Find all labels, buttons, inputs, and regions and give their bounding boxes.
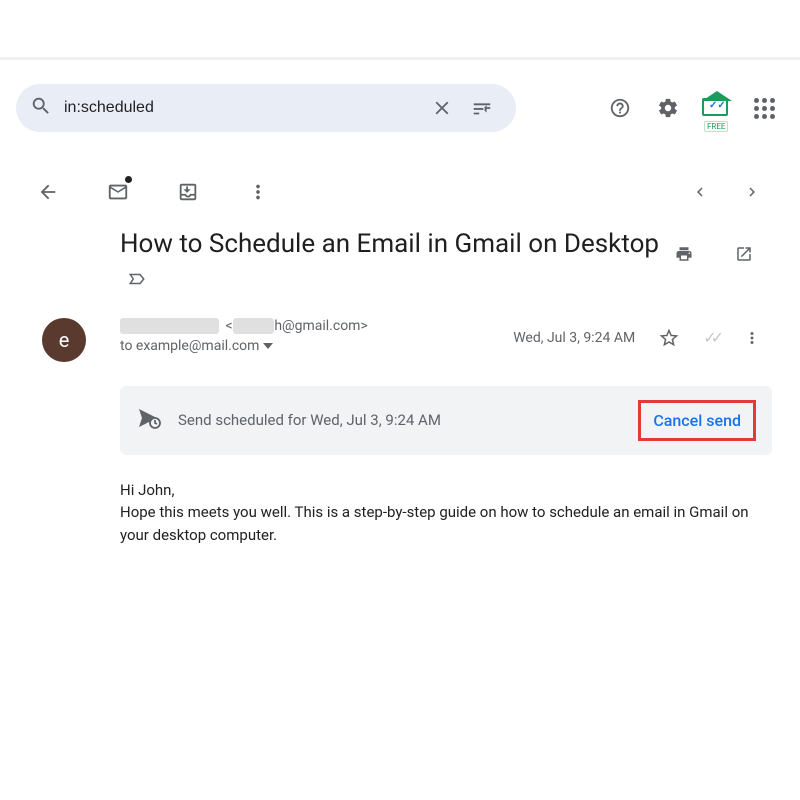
sender-avatar[interactable]: e [42,318,86,362]
message-toolbar [28,166,772,228]
back-icon[interactable] [28,172,68,212]
email-body: Hi John, Hope this meets you well. This … [120,479,772,547]
more-icon[interactable] [238,172,278,212]
extension-icon[interactable]: ✓✓ FREE [696,88,736,128]
move-to-inbox-icon[interactable] [168,172,208,212]
message-more-icon[interactable] [732,318,772,358]
star-icon[interactable] [649,318,689,358]
header-row: ✓✓ FREE [0,84,800,132]
prev-message-icon[interactable] [680,172,720,212]
read-receipt-icon: ✓✓ [703,328,718,347]
email-subject: How to Schedule an Email in Gmail on Des… [120,228,664,296]
apps-grid-icon[interactable] [744,88,784,128]
cancel-send-button[interactable]: Cancel send [638,400,756,441]
open-new-window-icon[interactable] [724,234,764,274]
search-bar[interactable] [16,84,516,132]
mark-unread-icon[interactable] [98,172,138,212]
search-icon [30,95,52,121]
sender-name-redacted: xxxxxxxxxxxxxx [120,318,219,334]
next-message-icon[interactable] [732,172,772,212]
sender-email: h@gmail.com [274,318,360,334]
recipient-line[interactable]: to example@mail.com [120,338,259,354]
scheduled-send-bar: Send scheduled for Wed, Jul 3, 9:24 AM C… [120,386,772,455]
scheduled-send-text: Send scheduled for Wed, Jul 3, 9:24 AM [178,411,622,429]
top-spacer [0,0,800,60]
search-input[interactable] [62,98,422,118]
help-icon[interactable] [600,88,640,128]
label-chip-icon[interactable] [128,270,146,288]
settings-icon[interactable] [648,88,688,128]
clear-search-icon[interactable] [422,88,462,128]
body-paragraph: Hope this meets you well. This is a step… [120,501,772,546]
print-icon[interactable] [664,234,704,274]
body-greeting: Hi John, [120,479,772,502]
schedule-send-icon [136,406,162,434]
show-details-icon[interactable] [263,343,273,349]
email-date: Wed, Jul 3, 9:24 AM [513,330,635,346]
sender-row: e xxxxxxxxxxxxxx <xxxxxxh@gmail.com> to … [28,318,772,362]
email-card: How to Schedule an Email in Gmail on Des… [0,152,800,586]
search-options-icon[interactable] [462,88,502,128]
